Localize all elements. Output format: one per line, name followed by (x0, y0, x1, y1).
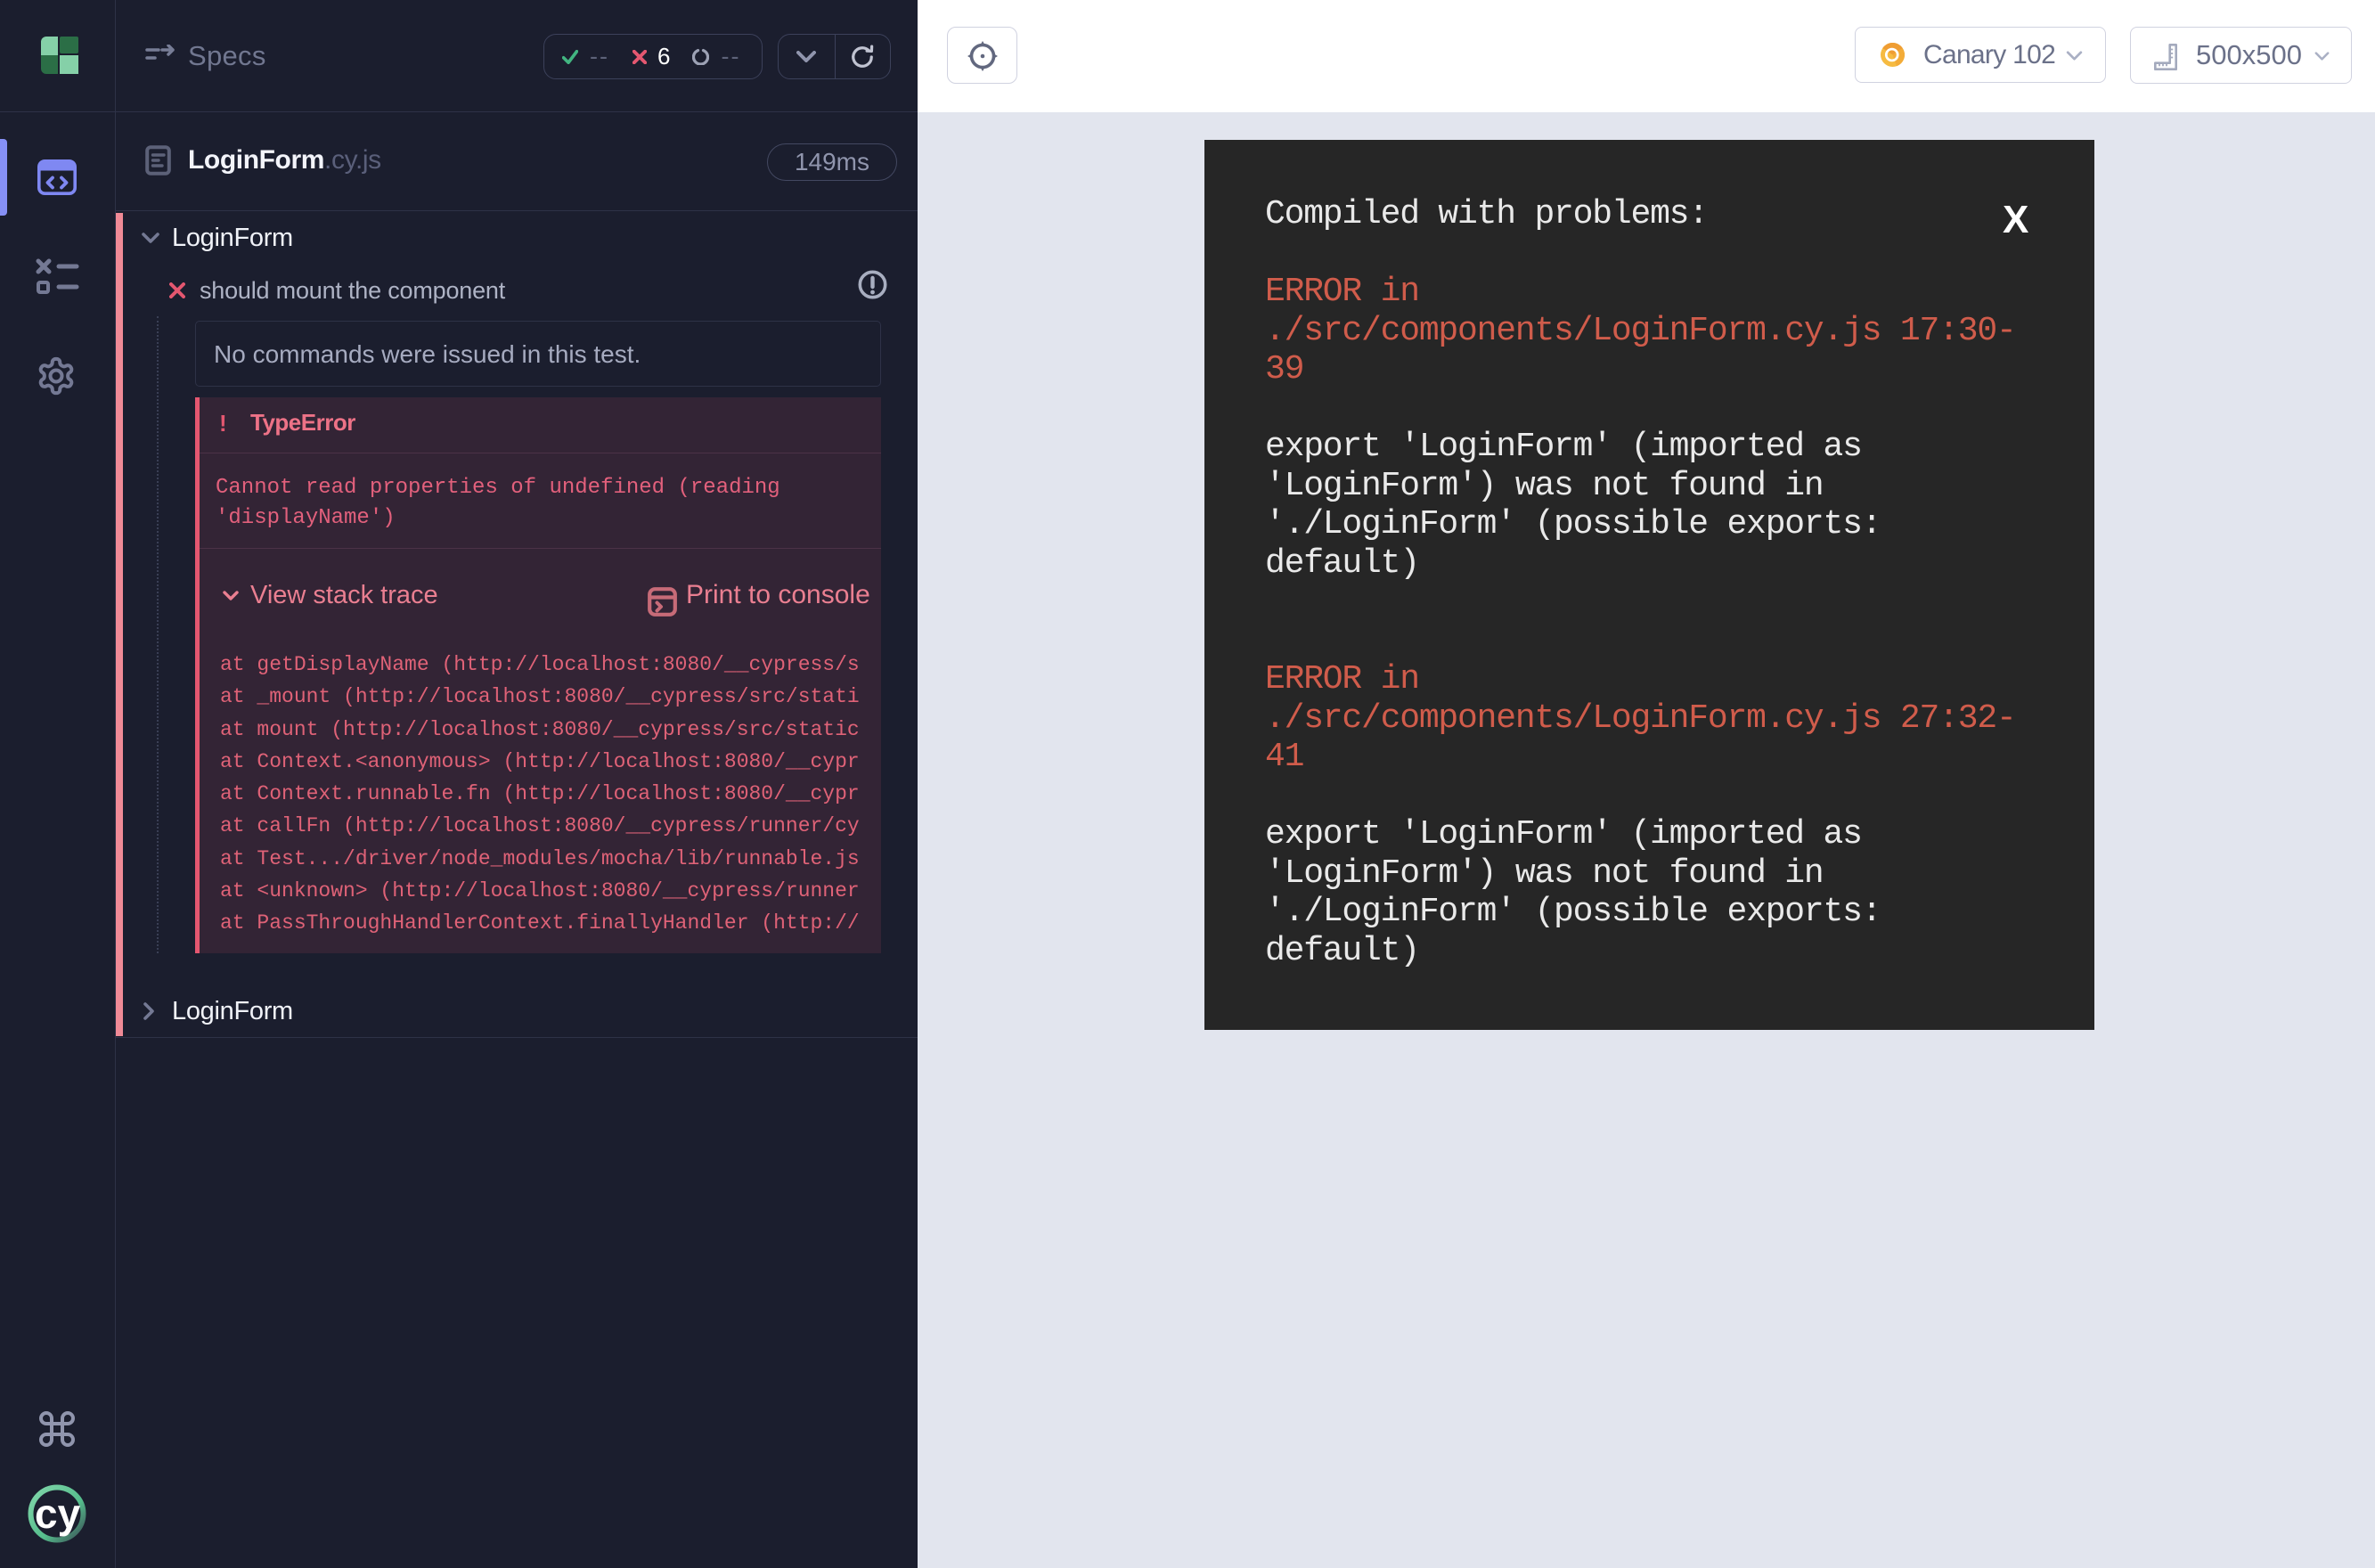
svg-text:cy: cy (35, 1490, 81, 1537)
